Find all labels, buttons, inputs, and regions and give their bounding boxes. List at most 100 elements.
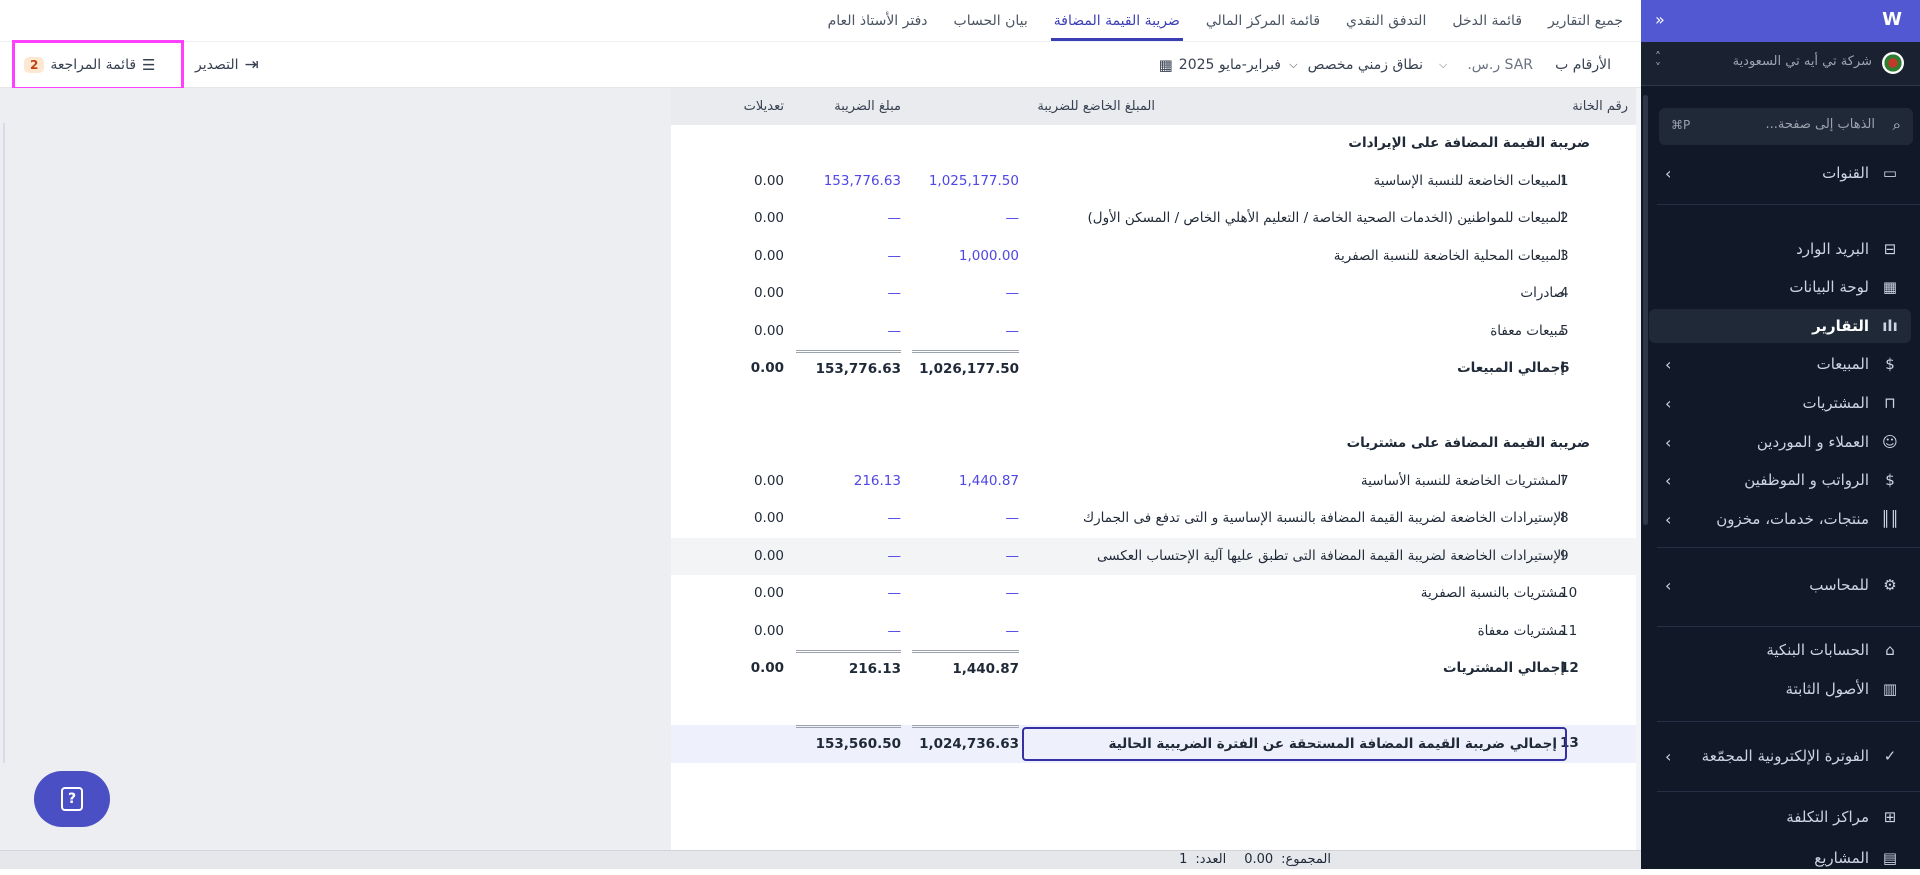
sidebar-item-2[interactable]: ▦ لوحة البيانات	[1649, 270, 1911, 304]
calendar-icon: ▦	[1158, 56, 1173, 74]
table-row[interactable]: 8 الإستيرادات الخاضعة لضريبة القيمة المضا…	[671, 500, 1636, 538]
table-row[interactable]: 4 صادرات — —0.00	[671, 275, 1636, 313]
tax-amount[interactable]: 216.13	[796, 463, 901, 501]
sidebar-scrollbar[interactable]	[1643, 95, 1648, 525]
table-row: 6 إجمالي المبيعات 1,026,177.50 153,776.63 0.…	[671, 350, 1636, 388]
currency-select[interactable]: SAR ر.س. ⌵	[1439, 42, 1533, 88]
table-row[interactable]: 10 مشتريات بالنسبة الصفرية — —0.00	[671, 575, 1636, 613]
taxable-amount: —	[1005, 547, 1020, 564]
taxable-amount[interactable]: 1,000.00	[912, 238, 1019, 276]
tax-amount: —	[887, 547, 902, 564]
section-title: ضريبة القيمة المضافة على الإيرادات	[1348, 135, 1590, 151]
sidebar-item-12[interactable]: ✓ الفوترة الإلكترونية المجمّعة ‹	[1649, 739, 1911, 773]
sidebar-item-14[interactable]: ▤ المشاريع	[1649, 841, 1911, 875]
search-shortcut: ⌘P	[1671, 118, 1691, 132]
sidebar-item-3[interactable]: ılı التقارير	[1649, 309, 1911, 343]
table-row[interactable]: 9 الإستيرادات الخاضعة لضريبة القيمة المضا…	[671, 537, 1636, 575]
sidebar-item-label: الحسابات البنكية	[1766, 641, 1869, 659]
header-code: رقم الخانة	[1572, 99, 1628, 114]
tab-1[interactable]: قائمة الدخل	[1439, 0, 1535, 41]
adjustment-amount: 0.00	[753, 247, 784, 264]
company-switcher[interactable]: شركة تي أيه تي السعودية ˄ ˅	[1641, 42, 1920, 86]
table-row[interactable]: 1 المبيعات الخاضعة للنسبة الإساسية 1,025,1…	[671, 163, 1636, 201]
sum-label: المجموع:	[1281, 852, 1331, 867]
section-header-row: ضريبة القيمة المضافة على الإيرادات	[671, 125, 1636, 163]
chat-icon: ▭	[1882, 164, 1898, 182]
currency-value: SAR ر.س.	[1467, 57, 1533, 73]
tax-amount: 153,776.63	[796, 350, 901, 388]
taxable-amount: —	[1005, 585, 1020, 601]
dashboard-icon: ▦	[1882, 278, 1898, 296]
chevron-up-down-icon: ˄ ˅	[1655, 50, 1661, 75]
tab-3[interactable]: قائمة المركز المالي	[1193, 0, 1333, 41]
table-row[interactable]: 11 مشتريات معفاة — —0.00	[671, 613, 1636, 651]
sidebar-item-8[interactable]: ║║ منتجات، خدمات، مخزون ‹	[1649, 502, 1911, 536]
sidebar-item-11[interactable]: ▥ الأصول الثابتة	[1649, 672, 1911, 706]
tax-amount: —	[887, 622, 902, 639]
taxable-amount[interactable]: 1,440.87	[912, 463, 1019, 501]
folder-icon: ▤	[1882, 849, 1898, 867]
export-label: التصدير	[195, 57, 239, 73]
sidebar-item-10[interactable]: ⌂ الحسابات البنكية	[1649, 633, 1911, 667]
tab-2[interactable]: التدفق النقدي	[1333, 0, 1439, 41]
table-row[interactable]: 3 المبيعات المحلية الخاضعة للنسبة الصفرية…	[671, 238, 1636, 276]
sidebar-item-1[interactable]: ⊟ البريد الوارد	[1649, 232, 1911, 266]
annotation-highlight-box	[12, 40, 184, 90]
export-button[interactable]: ⇥ التصدير	[195, 42, 259, 88]
tab-6[interactable]: دفتر الأستاذ العام	[815, 0, 941, 41]
numbers-in-label: الأرقام ب	[1555, 42, 1611, 88]
help-button[interactable]: ?	[34, 771, 110, 827]
adjustment-amount: 0.00	[753, 322, 784, 339]
table-row[interactable]: 5 مبيعات معفاة — —0.00	[671, 313, 1636, 351]
table-row[interactable]: 2 المبيعات للمواطنين (الخدمات الصحية الخا…	[671, 200, 1636, 238]
sidebar-item-6[interactable]: ☺ العملاء و الموردين ‹	[1649, 425, 1911, 459]
spacer-row	[671, 688, 1636, 726]
chevron-down-icon: ⌵	[1439, 58, 1448, 71]
chevron-left-icon: ‹	[1665, 393, 1672, 413]
sidebar-item-label: الرواتب و الموظفين	[1744, 471, 1869, 489]
sidebar-header: W »	[1641, 0, 1920, 42]
box-label: المبيعات المحلية الخاضعة للنسبة الصفرية	[1333, 247, 1565, 264]
app-logo-icon: W	[1882, 9, 1902, 30]
range-type-select[interactable]: نطاق زمني مخصص ⌵	[1289, 42, 1423, 88]
shopping-bag-icon: ⊓	[1884, 394, 1896, 412]
sidebar-divider	[1657, 547, 1920, 548]
sidebar-item-13[interactable]: ⊞ مراكز التكلفة	[1649, 800, 1911, 834]
box-label: المشتريات الخاضعة للنسبة الأساسية	[1360, 472, 1565, 489]
page-search-input[interactable]: ⌕ الذهاب إلى صفحة... ⌘P	[1659, 108, 1913, 145]
box-label: المبيعات الخاضعة للنسبة الإساسية	[1373, 172, 1565, 189]
table-row: 13 إجمالي ضريبة القيمة المضافة المستحقة ع…	[671, 725, 1636, 763]
sidebar-item-label: الأصول الثابتة	[1785, 680, 1869, 698]
sidebar-item-label: لوحة البيانات	[1789, 278, 1869, 296]
date-range-picker[interactable]: فبراير-مايو 2025 ▦	[1159, 42, 1281, 88]
sum-value: 0.00	[1244, 852, 1274, 867]
sidebar-item-7[interactable]: $ الرواتب و الموظفين ‹	[1649, 463, 1911, 497]
company-logo	[1882, 52, 1904, 74]
status-summary: المجموع: 0.00 العدد: 1	[1179, 851, 1331, 870]
tab-5[interactable]: بيان الحساب	[941, 0, 1041, 41]
grid-plus-icon: ⊞	[1883, 808, 1897, 826]
tax-amount: —	[887, 585, 902, 601]
chevron-left-icon: ‹	[1665, 746, 1672, 766]
box-label: مبيعات معفاة	[1490, 322, 1565, 339]
sidebar-item-0[interactable]: ▭ القنوات ‹	[1649, 156, 1911, 190]
taxable-amount: 1,026,177.50	[912, 350, 1019, 388]
tax-amount: —	[887, 285, 902, 301]
tax-amount[interactable]: 153,776.63	[796, 163, 901, 201]
box-label: الإستيرادات الخاضعة لضريبة القيمة المضاف…	[1083, 510, 1565, 526]
adjustment-amount: 0.00	[753, 172, 784, 189]
chevron-left-icon: ‹	[1665, 432, 1672, 452]
sidebar-item-4[interactable]: $ المبيعات ‹	[1649, 347, 1911, 381]
sidebar-item-5[interactable]: ⊓ المشتريات ‹	[1649, 386, 1911, 420]
tab-0[interactable]: جميع التقارير	[1535, 0, 1636, 41]
tax-amount: —	[887, 210, 902, 226]
tab-4[interactable]: ضريبة القيمة المضافة	[1041, 0, 1193, 41]
collapse-sidebar-icon[interactable]: »	[1655, 10, 1665, 29]
sidebar-divider	[1657, 626, 1920, 627]
sidebar-item-9[interactable]: ⚙ للمحاسب ‹	[1649, 568, 1911, 602]
count-label: العدد:	[1195, 852, 1227, 867]
box-label: صادرات	[1520, 285, 1565, 301]
tax-amount: —	[887, 247, 902, 264]
taxable-amount[interactable]: 1,025,177.50	[912, 163, 1019, 201]
table-row[interactable]: 7 المشتريات الخاضعة للنسبة الأساسية 1,440.…	[671, 463, 1636, 501]
